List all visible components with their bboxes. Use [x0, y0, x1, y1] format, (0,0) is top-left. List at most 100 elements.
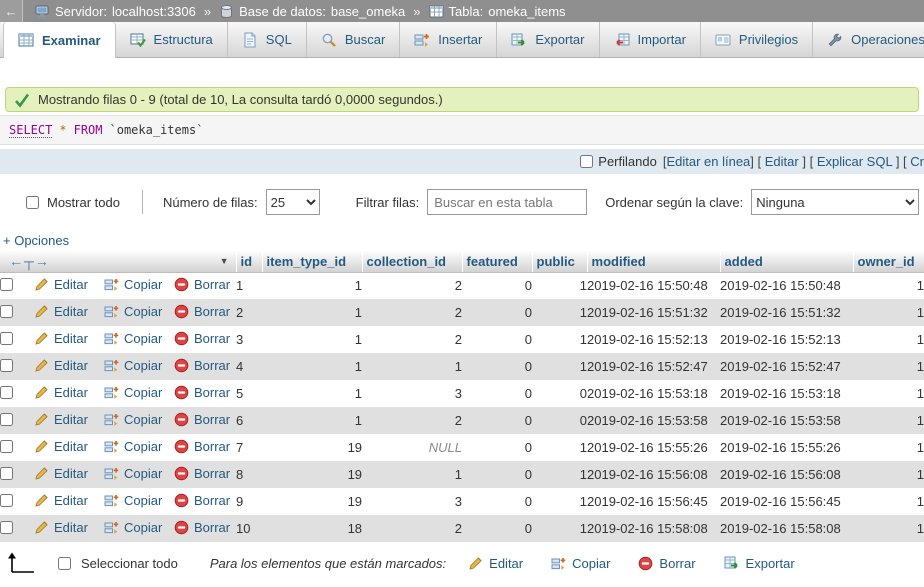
- breadcrumb-server-value[interactable]: localhost:3306: [112, 4, 196, 19]
- num-rows-select[interactable]: 25: [266, 189, 320, 215]
- row-edit-link[interactable]: Editar: [34, 385, 88, 400]
- row-copy-link[interactable]: Copiar: [104, 493, 162, 508]
- row-edit-link[interactable]: Editar: [34, 439, 88, 454]
- cell-added: 2019-02-16 15:52:13: [720, 326, 853, 353]
- sql-token-keyword-underline[interactable]: SELECT: [9, 123, 52, 138]
- table-row: EditarCopiarBorrar312012019-02-16 15:52:…: [0, 326, 924, 353]
- tab-insertar[interactable]: Insertar: [400, 22, 497, 57]
- row-edit-link[interactable]: Editar: [34, 277, 88, 292]
- row-copy-link[interactable]: Copiar: [104, 466, 162, 481]
- row-edit-link[interactable]: Editar: [34, 493, 88, 508]
- row-edit-link[interactable]: Editar: [34, 520, 88, 535]
- row-copy-link[interactable]: Copiar: [104, 520, 162, 535]
- tab-estructura[interactable]: Estructura: [116, 22, 228, 57]
- bracket: [: [758, 154, 765, 169]
- tab-buscar[interactable]: Buscar: [307, 22, 400, 57]
- query-link[interactable]: Explicar SQL: [817, 154, 892, 169]
- row-delete-link[interactable]: Borrar: [174, 439, 230, 454]
- column-header-public[interactable]: public: [532, 251, 587, 272]
- row-copy-link[interactable]: Copiar: [104, 331, 162, 346]
- profiling-band: Perfilando [Editar en línea] [ Editar ] …: [0, 149, 924, 174]
- column-header-featured[interactable]: featured: [462, 251, 532, 272]
- copy-icon: [104, 358, 119, 373]
- row-delete-link[interactable]: Borrar: [174, 520, 230, 535]
- row-edit-label: Editar: [54, 439, 88, 454]
- up-arrow-icon: [6, 551, 36, 575]
- column-header-owner_id[interactable]: owner_id: [853, 251, 924, 272]
- footer-action-pencil[interactable]: Editar: [468, 556, 523, 571]
- tab-label: Operaciones: [851, 32, 924, 47]
- row-checkbox[interactable]: [0, 440, 13, 453]
- row-copy-link[interactable]: Copiar: [104, 277, 162, 292]
- tab-importar[interactable]: Importar: [600, 22, 701, 57]
- copy-icon: [104, 466, 119, 481]
- row-edit-link[interactable]: Editar: [34, 466, 88, 481]
- cell-modified: 2019-02-16 15:50:48: [587, 272, 720, 299]
- query-link[interactable]: Editar en línea: [666, 154, 750, 169]
- row-checkbox[interactable]: [0, 494, 13, 507]
- row-copy-link[interactable]: Copiar: [104, 412, 162, 427]
- cell-owner_id: 1: [853, 326, 924, 353]
- row-copy-link[interactable]: Copiar: [104, 385, 162, 400]
- row-edit-link[interactable]: Editar: [34, 331, 88, 346]
- column-header-id[interactable]: id: [236, 251, 262, 272]
- row-checkbox[interactable]: [0, 386, 13, 399]
- row-checkbox[interactable]: [0, 521, 13, 534]
- row-delete-link[interactable]: Borrar: [174, 385, 230, 400]
- back-arrow-button[interactable]: ←: [0, 0, 23, 22]
- cell-modified: 2019-02-16 15:51:32: [587, 299, 720, 326]
- row-delete-link[interactable]: Borrar: [174, 412, 230, 427]
- delete-icon: [174, 385, 189, 400]
- column-header-collection_id[interactable]: collection_id: [362, 251, 462, 272]
- back-arrow-icon: ←: [5, 4, 18, 19]
- copy-icon: [551, 556, 566, 571]
- tab-examinar[interactable]: Examinar: [3, 22, 116, 58]
- tab-sql[interactable]: SQL: [228, 22, 307, 57]
- sort-key-select[interactable]: Ninguna: [751, 189, 919, 215]
- column-header-item_type_id[interactable]: item_type_id: [262, 251, 362, 272]
- row-delete-link[interactable]: Borrar: [174, 304, 230, 319]
- row-edit-link[interactable]: Editar: [34, 304, 88, 319]
- row-checkbox[interactable]: [0, 467, 13, 480]
- row-checkbox[interactable]: [0, 332, 13, 345]
- row-edit-link[interactable]: Editar: [34, 358, 88, 373]
- column-nav-arrows[interactable]: ←┬→: [4, 253, 50, 269]
- row-copy-link[interactable]: Copiar: [104, 304, 162, 319]
- tab-exportar[interactable]: Exportar: [497, 22, 599, 57]
- row-edit-link[interactable]: Editar: [34, 412, 88, 427]
- row-copy-link[interactable]: Copiar: [104, 439, 162, 454]
- footer-action-copy[interactable]: Copiar: [551, 556, 610, 571]
- query-action-links: [Editar en línea] [ Editar ] [ Explicar …: [663, 154, 924, 169]
- filter-rows-input[interactable]: [427, 189, 587, 215]
- column-header-modified[interactable]: modified: [587, 251, 720, 272]
- select-all-checkbox[interactable]: [58, 557, 71, 570]
- breadcrumb-server-label: Servidor:: [55, 4, 107, 19]
- row-copy-label: Copiar: [124, 277, 162, 292]
- query-link[interactable]: Cr: [910, 154, 924, 169]
- pencil-icon: [34, 331, 49, 346]
- row-checkbox[interactable]: [0, 359, 13, 372]
- breadcrumb-table-value[interactable]: omeka_items: [488, 4, 565, 19]
- row-checkbox[interactable]: [0, 413, 13, 426]
- options-toggle[interactable]: + Opciones: [0, 233, 90, 248]
- row-delete-link[interactable]: Borrar: [174, 466, 230, 481]
- query-link[interactable]: Editar: [765, 154, 799, 169]
- row-delete-link[interactable]: Borrar: [174, 358, 230, 373]
- breadcrumb-database-value[interactable]: base_omeka: [331, 4, 405, 19]
- row-copy-link[interactable]: Copiar: [104, 358, 162, 373]
- show-all-checkbox[interactable]: [26, 196, 39, 209]
- row-checkbox[interactable]: [0, 305, 13, 318]
- profiling-checkbox[interactable]: [580, 155, 593, 168]
- footer-action-delete[interactable]: Borrar: [638, 556, 695, 571]
- row-delete-link[interactable]: Borrar: [174, 493, 230, 508]
- row-delete-link[interactable]: Borrar: [174, 277, 230, 292]
- row-delete-link[interactable]: Borrar: [174, 331, 230, 346]
- footer-action-export[interactable]: Exportar: [724, 555, 795, 571]
- column-header-added[interactable]: added: [720, 251, 853, 272]
- tab-operaciones[interactable]: Operaciones: [813, 22, 924, 57]
- tab-privilegios[interactable]: Privilegios: [701, 22, 813, 57]
- row-checkbox[interactable]: [0, 278, 13, 291]
- select-all-label[interactable]: Seleccionar todo: [81, 556, 178, 571]
- actions-menu-arrow-icon[interactable]: ▼: [220, 256, 229, 266]
- delete-icon: [174, 439, 189, 454]
